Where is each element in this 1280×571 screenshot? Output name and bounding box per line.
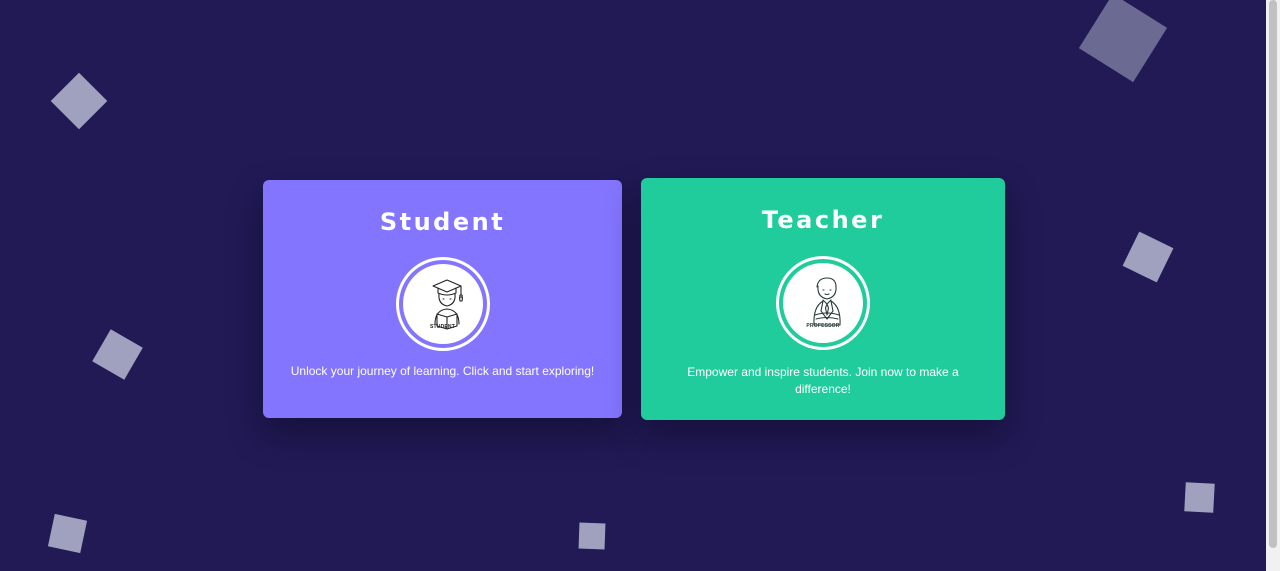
student-card-description: Unlock your journey of learning. Click a… bbox=[290, 364, 595, 378]
decorative-square bbox=[1078, 0, 1168, 83]
student-avatar: STUDENT bbox=[395, 257, 490, 351]
student-card[interactable]: Student STUDENT Unlock your journey of l… bbox=[263, 180, 622, 418]
teacher-card[interactable]: Teacher PROFESSOR Empower and inspire st… bbox=[641, 178, 1005, 420]
teacher-card-description: Empower and inspire students. Join now t… bbox=[687, 365, 959, 396]
teacher-avatar: PROFESSOR bbox=[776, 256, 870, 350]
vertical-scrollbar[interactable] bbox=[1266, 0, 1280, 571]
professor-icon bbox=[813, 277, 841, 326]
scrollbar-thumb[interactable] bbox=[1269, 0, 1277, 548]
decorative-square bbox=[1122, 231, 1174, 283]
teacher-avatar-caption: PROFESSOR bbox=[806, 323, 840, 329]
student-card-title: Student bbox=[379, 208, 506, 236]
teacher-card-title: Teacher bbox=[761, 206, 885, 234]
decorative-square bbox=[47, 513, 88, 554]
decorative-square bbox=[578, 522, 606, 550]
decorative-square bbox=[1184, 482, 1215, 513]
decorative-square bbox=[50, 72, 108, 130]
student-avatar-caption: STUDENT bbox=[429, 324, 455, 330]
student-graduate-reading-icon bbox=[431, 279, 463, 330]
decorative-square bbox=[92, 329, 143, 380]
role-selection-page: Student STUDENT Unlock your journey of l… bbox=[0, 0, 1280, 571]
